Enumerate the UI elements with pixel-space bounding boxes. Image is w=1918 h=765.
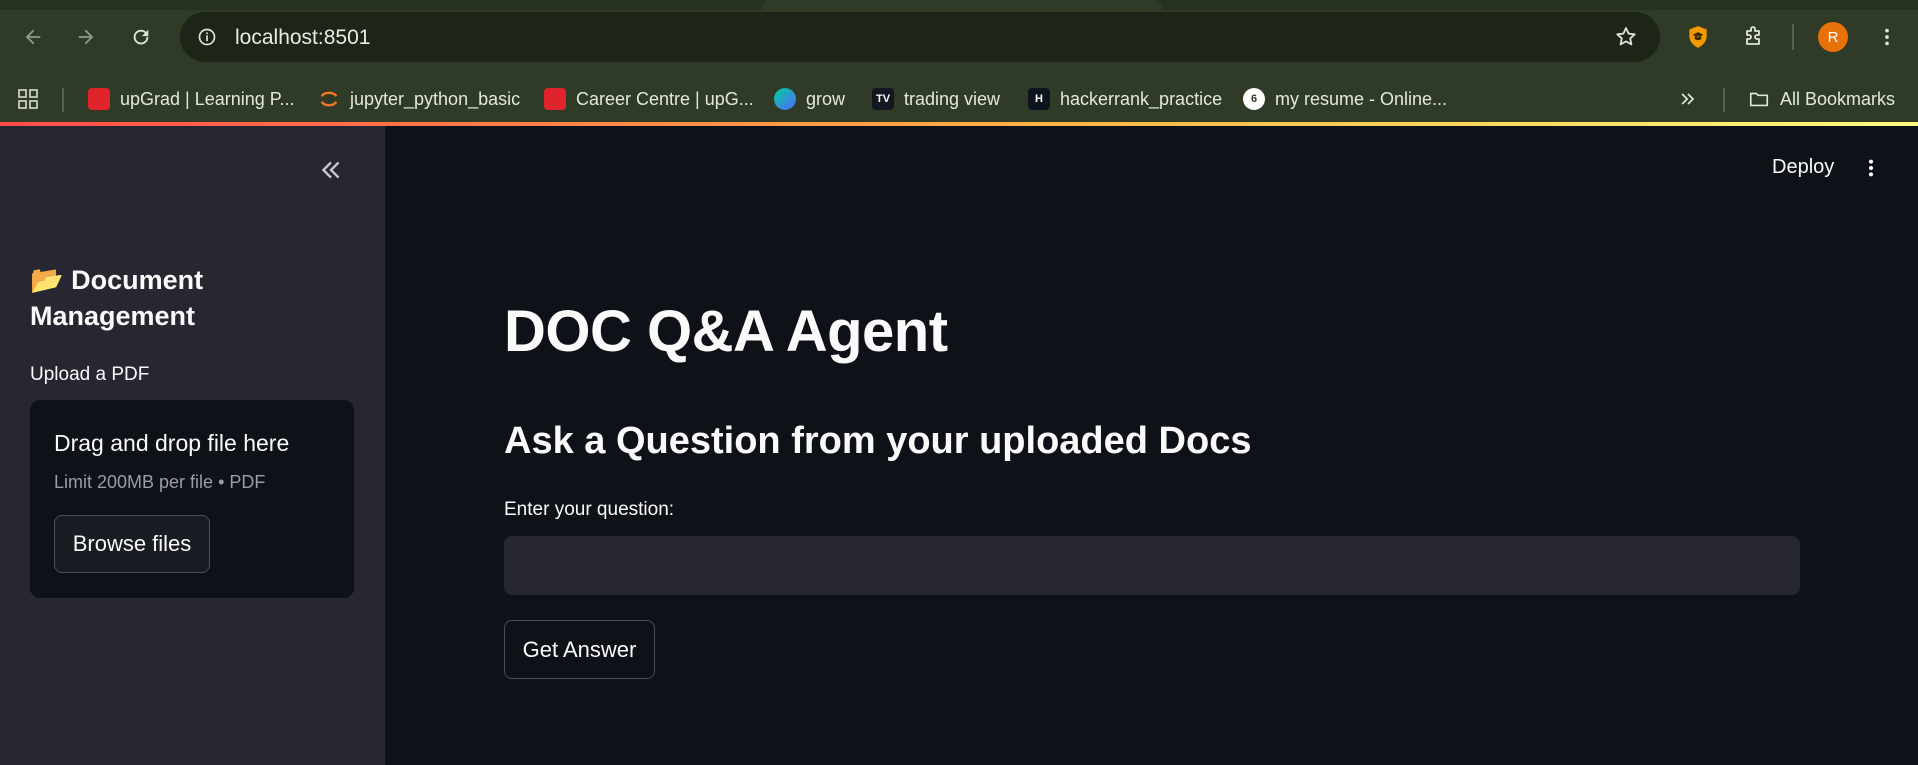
bookmark-upgrad[interactable]: upGrad | Learning P... bbox=[88, 87, 294, 111]
tradingview-favicon: TV bbox=[872, 88, 894, 110]
back-arrow-icon[interactable] bbox=[16, 20, 50, 54]
jupyter-favicon bbox=[318, 88, 340, 110]
bookmarks-divider bbox=[1723, 88, 1725, 112]
bookmark-label: upGrad | Learning P... bbox=[120, 88, 295, 109]
bookmark-resume[interactable]: 6 my resume - Online... bbox=[1243, 87, 1447, 111]
kebab-menu-icon[interactable] bbox=[1870, 20, 1904, 54]
bookmark-label: jupyter_python_basic bbox=[350, 88, 521, 109]
main-menu-kebab-icon[interactable] bbox=[1858, 152, 1884, 184]
browse-files-button[interactable]: Browse files bbox=[54, 515, 210, 573]
toolbar-divider bbox=[1792, 24, 1794, 50]
bookmark-trading-view[interactable]: TV trading view bbox=[872, 87, 1000, 111]
forward-arrow-icon[interactable] bbox=[69, 20, 103, 54]
dropzone-title: Drag and drop file here bbox=[54, 430, 290, 456]
url-text[interactable]: localhost:8501 bbox=[235, 26, 370, 50]
upgrad-favicon bbox=[544, 88, 566, 110]
bookmarks-bar: upGrad | Learning P... jupyter_python_ba… bbox=[0, 74, 1918, 124]
question-label: Enter your question: bbox=[504, 499, 675, 520]
grow-favicon bbox=[774, 88, 796, 110]
upgrad-favicon bbox=[88, 88, 110, 110]
bookmark-career-centre[interactable]: Career Centre | upG... bbox=[544, 87, 754, 111]
bookmark-grow[interactable]: grow bbox=[774, 87, 845, 111]
bookmark-label: hackerrank_practice bbox=[1060, 88, 1223, 109]
site-info-icon[interactable] bbox=[194, 24, 220, 50]
upload-label: Upload a PDF bbox=[30, 364, 150, 385]
tab-strip bbox=[0, 0, 1918, 10]
folder-emoji-icon: 📂 bbox=[30, 265, 64, 295]
page-title: DOC Q&A Agent bbox=[504, 299, 948, 364]
active-tab[interactable] bbox=[762, 0, 1162, 10]
browser-toolbar: localhost:8501 R bbox=[0, 0, 1918, 74]
folder-icon bbox=[1748, 88, 1770, 110]
profile-avatar[interactable]: R bbox=[1818, 22, 1848, 52]
collapse-sidebar-chevron-icon[interactable] bbox=[314, 153, 348, 187]
address-bar[interactable]: localhost:8501 bbox=[180, 12, 1660, 62]
file-dropzone[interactable]: Drag and drop file here Limit 200MB per … bbox=[30, 400, 354, 598]
bookmark-label: my resume - Online... bbox=[1275, 88, 1448, 109]
apps-grid-icon[interactable] bbox=[16, 87, 40, 111]
bookmark-label: grow bbox=[806, 88, 846, 109]
resume-favicon: 6 bbox=[1243, 88, 1265, 110]
all-bookmarks[interactable]: All Bookmarks bbox=[1748, 87, 1895, 111]
bookmark-jupyter[interactable]: jupyter_python_basic bbox=[318, 87, 520, 111]
question-input[interactable] bbox=[504, 536, 1800, 595]
shield-extension-icon[interactable] bbox=[1681, 20, 1715, 54]
bookmark-star-icon[interactable] bbox=[1612, 23, 1640, 51]
bookmark-label: trading view bbox=[904, 88, 1001, 109]
deploy-button[interactable]: Deploy bbox=[1772, 156, 1834, 179]
reload-icon[interactable] bbox=[124, 20, 158, 54]
bookmark-label: Career Centre | upG... bbox=[576, 88, 754, 109]
hackerrank-favicon: H bbox=[1028, 88, 1050, 110]
bookmark-hackerrank[interactable]: H hackerrank_practice bbox=[1028, 87, 1222, 111]
bookmarks-overflow-chevron-icon[interactable] bbox=[1678, 87, 1698, 111]
dropzone-limit: Limit 200MB per file • PDF bbox=[54, 472, 266, 492]
bookmarks-divider bbox=[62, 88, 64, 112]
extensions-puzzle-icon[interactable] bbox=[1737, 20, 1771, 54]
get-answer-button[interactable]: Get Answer bbox=[504, 620, 655, 679]
sidebar: 📂 Document Management Upload a PDF Drag … bbox=[0, 126, 385, 765]
page-subheader: Ask a Question from your uploaded Docs bbox=[504, 420, 1252, 462]
all-bookmarks-label: All Bookmarks bbox=[1780, 88, 1896, 109]
sidebar-heading: 📂 Document Management bbox=[30, 262, 350, 334]
